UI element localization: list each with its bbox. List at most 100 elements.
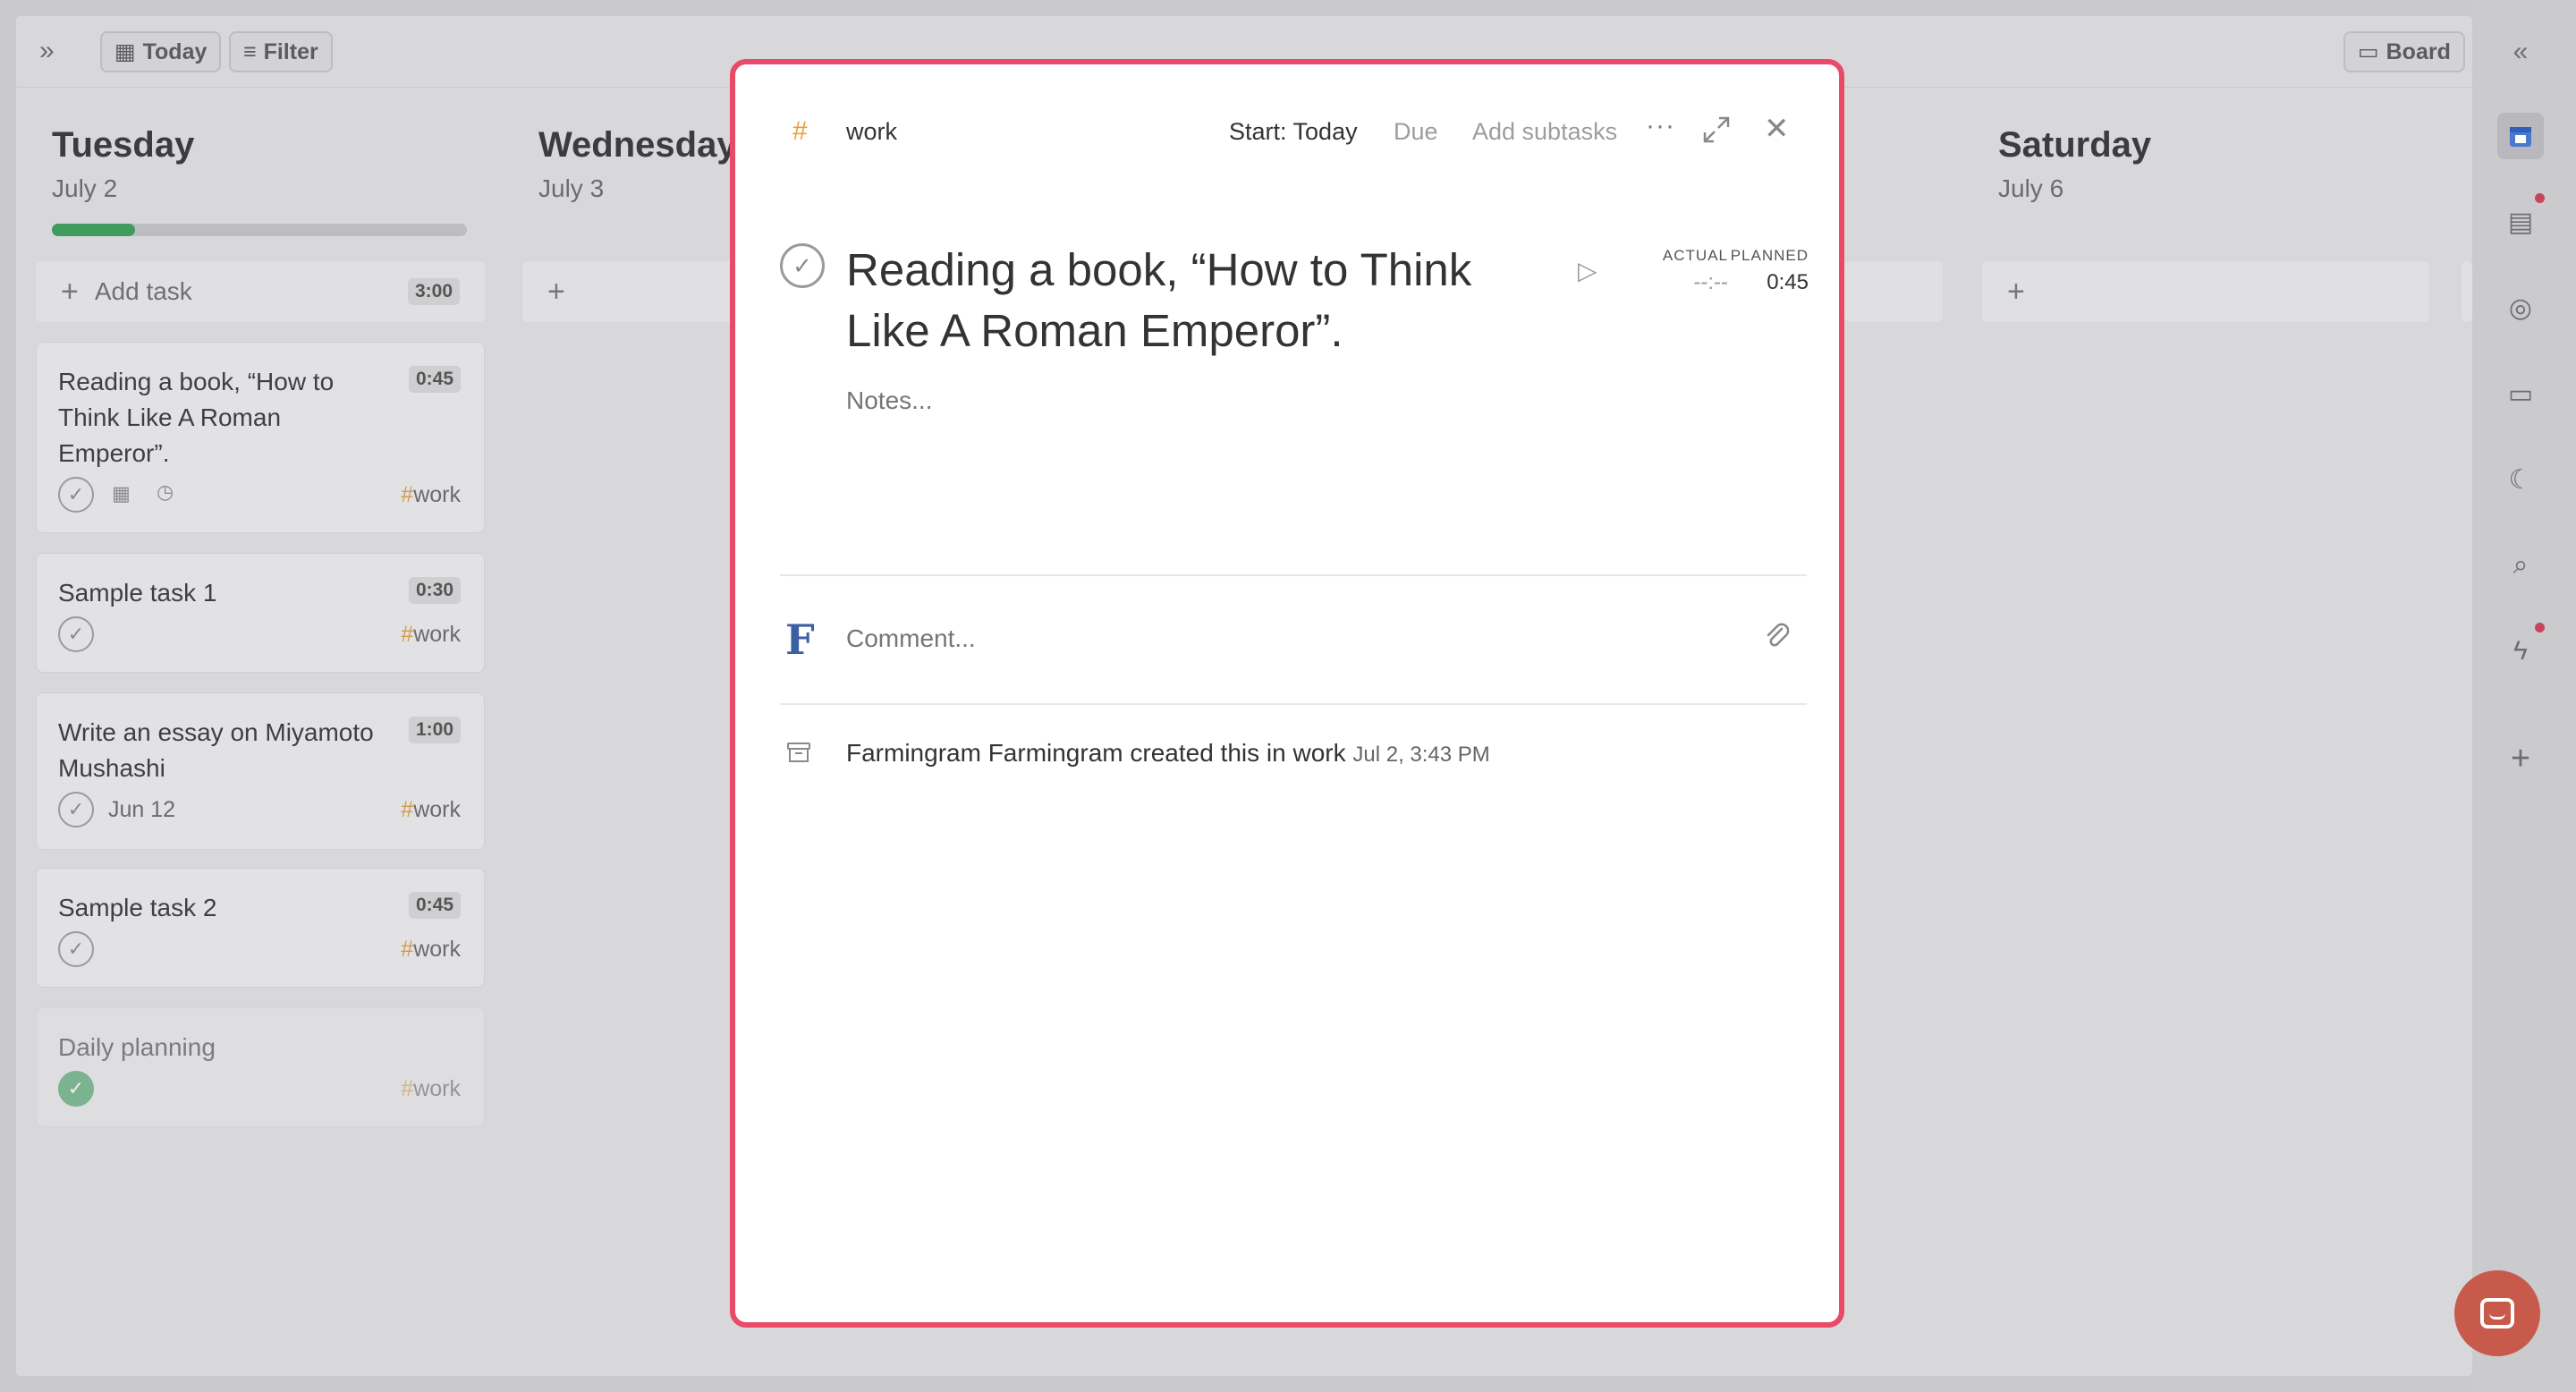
hash-icon: # — [401, 622, 414, 647]
task-title: Sample task 2 — [58, 894, 217, 921]
task-title-heading[interactable]: Reading a book, “How to Think Like A Rom… — [846, 240, 1562, 361]
total-time-badge: 3:00 — [407, 278, 460, 305]
task-time-badge: 0:30 — [408, 577, 461, 604]
comment-input[interactable] — [846, 624, 1723, 653]
plus-icon: + — [2007, 274, 2025, 309]
complete-task-checkbox[interactable]: ✓ — [780, 243, 825, 288]
moon-icon[interactable]: ☾ — [2497, 456, 2544, 503]
task-title: Write an essay on Miyamoto Mushashi — [58, 718, 374, 782]
add-task-button[interactable]: + — [522, 261, 737, 322]
calendar-icon[interactable]: ▦ — [112, 482, 131, 505]
expand-icon[interactable] — [1701, 115, 1732, 145]
lightning-icon[interactable]: ϟ — [2497, 628, 2544, 675]
task-due-date[interactable]: Jun 12 — [108, 797, 175, 823]
start-date-button[interactable]: Start: Today — [1229, 118, 1358, 146]
play-icon[interactable]: ▷ — [1578, 256, 1597, 285]
plus-icon: + — [61, 274, 79, 309]
day-name: Wednesday — [538, 125, 737, 165]
day-progress-fill — [52, 224, 135, 236]
hash-icon: # — [401, 482, 414, 507]
complete-checkbox[interactable]: ✓ — [58, 616, 94, 652]
tag-hash-icon: # — [792, 116, 808, 146]
add-icon[interactable]: + — [2497, 735, 2544, 782]
chat-icon — [2480, 1298, 2514, 1328]
day-column-tuesday: Tuesday July 2 — [52, 125, 194, 203]
clock-icon[interactable]: ◷ — [157, 480, 174, 504]
actual-value: --:-- — [1693, 270, 1728, 294]
task-tag-label: work — [413, 622, 461, 647]
add-task-button[interactable]: + Add task 3:00 — [36, 261, 485, 322]
filter-button-label: Filter — [263, 38, 318, 64]
activity-timestamp: Jul 2, 3:43 PM — [1352, 743, 1490, 767]
task-tag[interactable]: #work — [401, 797, 461, 823]
task-time-badge: 0:45 — [408, 892, 461, 919]
day-date: July 2 — [52, 174, 118, 202]
task-tag[interactable]: #work — [401, 482, 461, 508]
task-detail-modal: # work Start: Today Due Add subtasks ···… — [730, 59, 1844, 1328]
planned-label: PLANNED — [1730, 247, 1809, 264]
close-icon[interactable]: ✕ — [1764, 111, 1790, 147]
completed-checkbox[interactable]: ✓ — [58, 1071, 94, 1107]
day-name: Tuesday — [52, 125, 195, 165]
task-tag-label: work — [413, 797, 461, 822]
task-title: Daily planning — [58, 1033, 216, 1061]
complete-checkbox[interactable]: ✓ — [58, 931, 94, 967]
more-options-icon[interactable]: ··· — [1646, 111, 1675, 141]
add-task-button[interactable] — [2462, 261, 2472, 322]
task-card[interactable]: Reading a book, “How to Think Like A Rom… — [36, 342, 485, 533]
task-card[interactable]: Sample task 1 0:30 ✓ #work — [36, 553, 485, 673]
board-icon: ▭ — [2358, 39, 2379, 64]
calendar-app-icon[interactable] — [2497, 113, 2544, 159]
add-subtasks-button[interactable]: Add subtasks — [1472, 118, 1617, 146]
today-button[interactable]: ▦ Today — [100, 31, 222, 72]
activity-entry: Farmingram Farmingram created this in wo… — [846, 739, 1490, 768]
board-button-label: Board — [2385, 38, 2451, 64]
today-button-label: Today — [142, 38, 208, 64]
task-card[interactable]: Write an essay on Miyamoto Mushashi 1:00… — [36, 692, 485, 850]
day-progress-bar — [52, 224, 467, 236]
day-date: July 6 — [1998, 174, 2064, 202]
collapse-rail-icon[interactable]: « — [2497, 29, 2544, 75]
task-card-completed[interactable]: Daily planning ✓ #work — [36, 1007, 485, 1127]
complete-checkbox[interactable]: ✓ — [58, 792, 94, 828]
user-avatar: F — [785, 615, 815, 664]
paperclip-icon[interactable] — [1762, 621, 1792, 651]
notes-input[interactable] — [846, 386, 1741, 415]
plus-icon: + — [547, 274, 565, 309]
planned-time-block[interactable]: PLANNED 0:45 — [1719, 247, 1809, 295]
complete-checkbox[interactable]: ✓ — [58, 477, 94, 513]
actual-label: ACTUAL — [1662, 247, 1728, 264]
notification-dot — [2535, 193, 2545, 203]
board-button[interactable]: ▭ Board — [2343, 31, 2465, 72]
add-task-button[interactable]: + — [1982, 261, 2429, 322]
target-icon[interactable]: ◎ — [2497, 284, 2544, 331]
hash-icon: # — [401, 1076, 414, 1101]
modal-tag-name[interactable]: work — [846, 118, 897, 146]
task-tag[interactable]: #work — [401, 622, 461, 648]
actual-time-block[interactable]: ACTUAL --:-- — [1639, 247, 1728, 295]
calendar-icon — [2510, 127, 2531, 147]
task-tag[interactable]: #work — [401, 1076, 461, 1102]
search-icon[interactable]: ⌕ — [2497, 542, 2544, 589]
day-column-wednesday: Wednesday July 3 — [538, 125, 737, 203]
task-card[interactable]: Sample task 2 0:45 ✓ #work — [36, 868, 485, 988]
add-task-button[interactable] — [1844, 261, 1943, 322]
chat-support-button[interactable] — [2454, 1270, 2540, 1356]
divider — [780, 703, 1807, 705]
task-tag[interactable]: #work — [401, 937, 461, 963]
task-time-badge: 0:45 — [408, 366, 461, 393]
activity-description: Farmingram Farmingram created this in wo… — [846, 739, 1346, 767]
task-time-badge: 1:00 — [408, 717, 461, 743]
expand-sidebar-icon[interactable]: » — [39, 36, 55, 66]
divider — [780, 574, 1807, 576]
task-title: Sample task 1 — [58, 579, 217, 607]
task-tag-label: work — [413, 482, 461, 507]
task-tag-label: work — [413, 937, 461, 962]
due-date-button[interactable]: Due — [1394, 118, 1438, 146]
notification-dot — [2535, 623, 2545, 632]
task-title: Reading a book, “How to Think Like A Rom… — [58, 368, 335, 467]
todoist-icon[interactable]: ▤ — [2497, 199, 2544, 245]
task-tag-label: work — [413, 1076, 461, 1101]
filter-button[interactable]: ≡ Filter — [229, 31, 333, 72]
archive-icon[interactable]: ▭ — [2497, 370, 2544, 417]
